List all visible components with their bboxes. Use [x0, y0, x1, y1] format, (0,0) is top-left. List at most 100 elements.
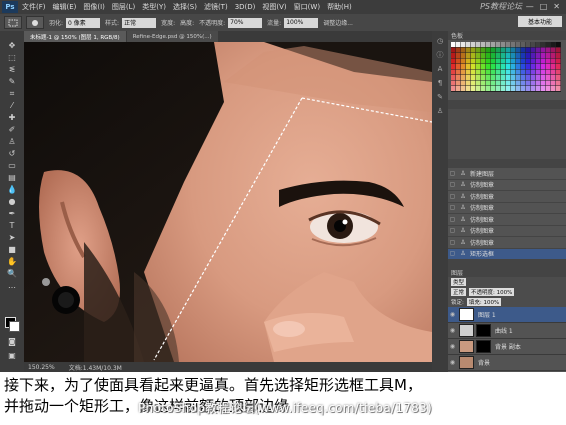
menu-layer[interactable]: 图层(L) [112, 2, 135, 12]
menu-view[interactable]: 视图(V) [262, 2, 286, 12]
history-item[interactable]: ▢ ♙ 矩形选框 [448, 248, 566, 260]
history-snapshot-icon[interactable]: ▢ [448, 216, 457, 223]
menu-select[interactable]: 选择(S) [173, 2, 197, 12]
history-snapshot-icon[interactable]: ▢ [448, 193, 457, 200]
history-item[interactable]: ▢ ♙ 仿制图章 [448, 214, 566, 226]
history-snapshot-icon[interactable]: ▢ [448, 181, 457, 188]
swatch-cell [546, 47, 551, 53]
visibility-eye-icon[interactable]: ◉ [448, 311, 457, 318]
visibility-eye-icon[interactable]: ◉ [448, 359, 457, 366]
menu-file[interactable]: 文件(F) [22, 2, 46, 12]
layer-mask-thumbnail[interactable] [476, 340, 491, 353]
layer-row[interactable]: ◉ 背景 [448, 355, 566, 371]
healing-brush-tool-icon[interactable]: ✚ [6, 113, 18, 122]
zoom-level[interactable]: 150.25% [28, 364, 55, 371]
swatch-cell [541, 47, 546, 53]
history-snapshot-icon[interactable]: ▢ [448, 170, 457, 177]
menu-help[interactable]: 帮助(H) [327, 2, 352, 12]
blend-mode-select[interactable]: 正常 [451, 288, 467, 296]
brush-panel-icon[interactable]: ✎ [436, 93, 444, 101]
layer-row[interactable]: ◉ 背景 副本 [448, 339, 566, 355]
history-panel-icon[interactable]: ◷ [436, 37, 444, 45]
swatch-cell [541, 80, 546, 86]
menu-edit[interactable]: 编辑(E) [53, 2, 77, 12]
tool-preset-picker[interactable] [4, 16, 22, 29]
visibility-eye-icon[interactable]: ◉ [448, 327, 457, 334]
history-brush-tool-icon[interactable]: ↺ [6, 149, 18, 158]
clone-source-panel-icon[interactable]: ♙ [436, 107, 444, 115]
eraser-tool-icon[interactable]: ▭ [6, 161, 18, 170]
menu-image[interactable]: 图像(I) [83, 2, 105, 12]
blur-tool-icon[interactable]: 💧 [6, 185, 18, 194]
swatch-cell [551, 58, 556, 64]
swatch-cell [461, 75, 466, 80]
menu-window[interactable]: 窗口(W) [294, 2, 320, 12]
clone-stamp-tool-icon[interactable]: ♙ [6, 137, 18, 146]
quick-select-tool-icon[interactable]: ✎ [6, 77, 18, 86]
menu-type[interactable]: 类型(Y) [142, 2, 166, 12]
feather-input[interactable]: 0 像素 [66, 17, 101, 28]
history-snapshot-icon[interactable]: ▢ [448, 204, 457, 211]
refine-edge-button[interactable]: 调整边缘... [323, 18, 353, 27]
layer-mask-thumbnail[interactable] [476, 324, 491, 337]
swatch-cell [486, 80, 491, 86]
history-snapshot-icon[interactable]: ▢ [448, 227, 457, 234]
history-snapshot-icon[interactable]: ▢ [448, 250, 457, 257]
eyedropper-tool-icon[interactable]: ⁄ [6, 101, 18, 110]
menu-filter[interactable]: 滤镜(T) [204, 2, 228, 12]
history-item[interactable]: ▢ ♙ 仿制图章 [448, 203, 566, 214]
menu-3d[interactable]: 3D(D) [235, 3, 256, 11]
pen-tool-icon[interactable]: ✒ [6, 209, 18, 218]
flow-input[interactable]: 100% [284, 17, 319, 28]
move-tool-icon[interactable]: ✥ [6, 41, 18, 50]
image-canvas[interactable] [24, 42, 432, 362]
history-item[interactable]: ▢ ♙ 仿制图章 [448, 180, 566, 191]
character-panel-icon[interactable]: A [436, 65, 444, 73]
close-button[interactable]: ✕ [553, 2, 560, 11]
layer-fill-input[interactable]: 填充: 100% [466, 298, 502, 306]
maximize-button[interactable]: □ [540, 2, 548, 11]
swatch-cell [521, 75, 526, 80]
minimize-button[interactable]: — [526, 2, 534, 11]
zoom-tool-icon[interactable]: 🔍 [6, 269, 18, 278]
gradient-tool-icon[interactable]: ▤ [6, 173, 18, 182]
history-item-label: 仿制图章 [470, 228, 495, 236]
rectangle-tool-icon[interactable]: ■ [6, 245, 18, 254]
swatch-cell [486, 42, 491, 47]
history-item[interactable]: ▢ ♙ 新建图层 [448, 168, 566, 180]
swatch-cell [481, 69, 486, 75]
layer-kind-filter[interactable]: 类型 [451, 278, 467, 286]
layer-opacity-input[interactable]: 不透明度: 100% [469, 288, 515, 296]
document-tab[interactable]: Refine-Edge.psd @ 150%(...) [126, 31, 218, 42]
swatch-cell [486, 64, 491, 69]
background-color-swatch[interactable] [9, 321, 20, 332]
hand-tool-icon[interactable]: ✋ [6, 257, 18, 266]
paragraph-panel-icon[interactable]: ¶ [436, 79, 444, 87]
screen-mode-icon[interactable]: ▣ [6, 351, 18, 360]
quick-mask-icon[interactable]: ◙ [6, 337, 18, 346]
style-select[interactable]: 正常 [122, 17, 157, 28]
type-tool-icon[interactable]: T [6, 221, 18, 230]
lasso-tool-icon[interactable]: ᓬ [6, 65, 18, 74]
properties-panel-icon[interactable]: ⓘ [436, 51, 444, 59]
layer-row[interactable]: ◉ 曲线 1 [448, 323, 566, 339]
history-item[interactable]: ▢ ♙ 仿制图章 [448, 226, 566, 237]
workspace-select[interactable]: 基本功能 [518, 16, 562, 27]
layer-row[interactable]: ◉ 图层 1 [448, 307, 566, 323]
rectangular-marquee-tool-icon[interactable]: ⬚ [6, 53, 18, 62]
layer-thumbnail [459, 356, 474, 369]
caption-line-1: 接下来，为了使面具看起来更逼真。首先选择矩形选框工具M， [4, 376, 422, 394]
path-selection-tool-icon[interactable]: ➤ [6, 233, 18, 242]
history-item[interactable]: ▢ ♙ 仿制图章 [448, 237, 566, 249]
visibility-eye-icon[interactable]: ◉ [448, 343, 457, 350]
opacity-input[interactable]: 70% [228, 17, 263, 28]
brush-tool-icon[interactable]: ✐ [6, 125, 18, 134]
dodge-tool-icon[interactable]: ● [6, 197, 18, 206]
document-tab-active[interactable]: 未标题-1 @ 150% (图层 1, RGB/8) [24, 31, 126, 42]
swatches-grid[interactable] [451, 42, 561, 92]
history-snapshot-icon[interactable]: ▢ [448, 239, 457, 246]
history-item[interactable]: ▢ ♙ 仿制图章 [448, 191, 566, 203]
brush-size-picker[interactable] [26, 16, 44, 29]
crop-tool-icon[interactable]: ⌗ [6, 89, 18, 98]
more-tools-icon[interactable]: … [6, 281, 18, 290]
